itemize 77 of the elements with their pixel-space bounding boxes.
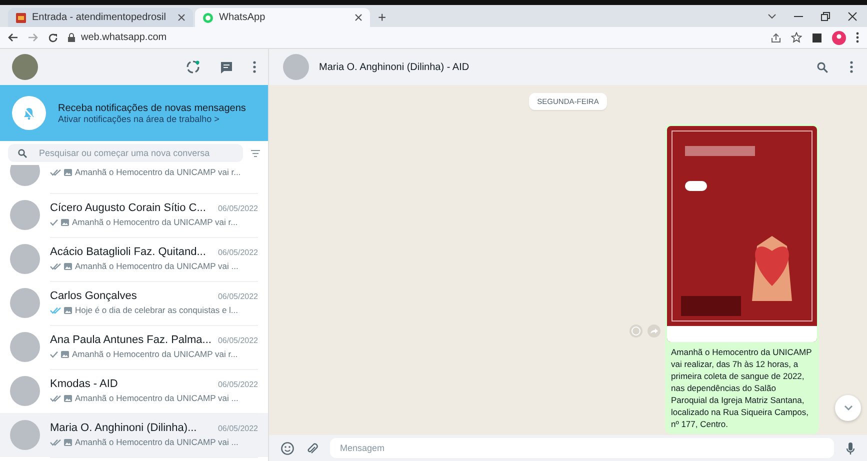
poster-image[interactable] — [667, 126, 817, 342]
chat-list-item[interactable]: Amanhã o Hemocentro da UNICAMP vai r... — [0, 165, 268, 193]
menu-icon[interactable] — [850, 61, 853, 73]
chat-date: 06/05/2022 — [218, 292, 258, 301]
message-preview: Amanhã o Hemocentro da UNICAMP vai r... — [72, 217, 238, 227]
chat-logo-icon — [203, 12, 213, 22]
search-field[interactable]: Pesquisar ou começar uma nova conversa — [8, 144, 243, 162]
avatar — [10, 200, 40, 230]
browser-tab[interactable]: WhatsApp — [195, 8, 370, 27]
close-tab-icon[interactable] — [178, 14, 185, 21]
avatar — [10, 244, 40, 274]
banner-title: Receba notificações de novas mensagens — [58, 102, 246, 114]
message-text: Amanhã o Hemocentro da UNICAMP vai realizar, das 7h às 12 horas, a primeira coleta de sangue de 2022, nas dependências do Salão Paroquial da Igreja Matriz Santana, localizado na Rua Siqueira Campos, nº 177, Centro. — [670, 346, 813, 431]
close-icon[interactable] — [848, 12, 857, 20]
close-tab-icon[interactable] — [355, 14, 362, 21]
share-icon[interactable] — [771, 32, 781, 42]
image-icon — [61, 218, 69, 226]
url-text[interactable]: web.whatsapp.com — [81, 32, 167, 43]
chat-name: Cícero Augusto Corain Sítio C... — [50, 202, 206, 214]
chat-date: 06/05/2022 — [218, 204, 258, 213]
emoji-icon[interactable] — [281, 442, 294, 454]
message-input[interactable]: Mensagem — [330, 438, 834, 458]
chat-date: 06/05/2022 — [218, 336, 258, 345]
search-icon — [18, 148, 27, 158]
chat-list-item[interactable]: Acácio Bataglioli Faz. Quitand... 06/05/2022 Amanhã o Hemocentro da UNICAMP vai ... — [0, 237, 268, 281]
chat-name: Carlos Gonçalves — [50, 290, 137, 302]
chat-date: 06/05/2022 — [218, 380, 258, 389]
enable-notifications-link[interactable]: Ativar notificações na área de trabalho > — [58, 114, 246, 124]
lock-icon[interactable] — [68, 33, 75, 42]
message-preview: Hoje é o dia de celebrar as conquistas e l... — [75, 305, 238, 315]
image-icon — [64, 168, 72, 176]
profile-photo[interactable] — [12, 54, 38, 80]
bell-off-icon — [12, 96, 46, 130]
menu-icon[interactable] — [856, 32, 859, 43]
message-preview: Amanhã o Hemocentro da UNICAMP vai ... — [75, 393, 238, 403]
browser-tab[interactable]: Entrada - atendimentopedrosil — [8, 8, 193, 27]
image-icon — [64, 262, 72, 270]
image-icon — [61, 350, 69, 358]
microphone-icon[interactable] — [846, 442, 855, 454]
notification-banner[interactable]: Receba notificações de novas mensagens Ativar notificações na área de trabalho > — [0, 85, 268, 141]
message-preview: Amanhã o Hemocentro da UNICAMP vai ... — [75, 261, 238, 271]
chevron-down-icon — [844, 405, 852, 411]
paperclip-icon[interactable] — [306, 442, 318, 454]
chat-list-item[interactable]: Ana Paula Antunes Faz. Palma... 06/05/2022 Amanhã o Hemocentro da UNICAMP vai r... — [0, 325, 268, 369]
reload-icon[interactable] — [48, 32, 58, 42]
filter-icon[interactable] — [251, 150, 260, 156]
avatar — [10, 288, 40, 318]
back-arrow-icon[interactable] — [8, 33, 18, 42]
restore-icon[interactable] — [821, 12, 830, 20]
menu-icon[interactable] — [253, 61, 256, 73]
new-chat-icon[interactable] — [220, 60, 233, 74]
chevron-down-icon[interactable] — [768, 14, 776, 18]
avatar — [10, 332, 40, 362]
avatar — [10, 376, 40, 406]
search-icon[interactable] — [817, 62, 828, 72]
mail-icon — [16, 12, 26, 22]
avatar — [10, 165, 40, 186]
chat-date: 06/05/2022 — [218, 424, 258, 433]
chat-date: 06/05/2022 — [218, 248, 258, 257]
chat-name: Acácio Bataglioli Faz. Quitand... — [50, 246, 206, 258]
message-preview: Amanhã o Hemocentro da UNICAMP vai r... — [72, 349, 238, 359]
message-preview: Amanhã o Hemocentro da UNICAMP vai ... — [75, 437, 238, 447]
star-icon[interactable] — [791, 32, 802, 43]
chat-name: Ana Paula Antunes Faz. Palma... — [50, 334, 212, 346]
profile-avatar-icon[interactable] — [832, 30, 846, 44]
chat-name: Kmodas - AID — [50, 378, 118, 390]
new-tab-button[interactable]: + — [378, 9, 386, 25]
chat-list-item[interactable]: Cícero Augusto Corain Sítio C... 06/05/2022 Amanhã o Hemocentro da UNICAMP vai r... — [0, 193, 268, 237]
image-icon — [64, 306, 72, 314]
message-preview: Amanhã o Hemocentro da UNICAMP vai r... — [75, 167, 241, 177]
chat-list-item[interactable]: Carlos Gonçalves 06/05/2022 Hoje é o dia de celebrar as conquistas e l... — [0, 281, 268, 325]
avatar — [10, 420, 40, 450]
chat-list-item[interactable]: Maria O. Anghinoni (Dilinha)... 06/05/2022 Amanhã o Hemocentro da UNICAMP vai ... — [0, 413, 268, 457]
chat-name: Maria O. Anghinoni (Dilinha)... — [50, 422, 197, 434]
image-icon — [64, 438, 72, 446]
image-icon — [64, 394, 72, 402]
status-icon[interactable] — [186, 60, 200, 74]
